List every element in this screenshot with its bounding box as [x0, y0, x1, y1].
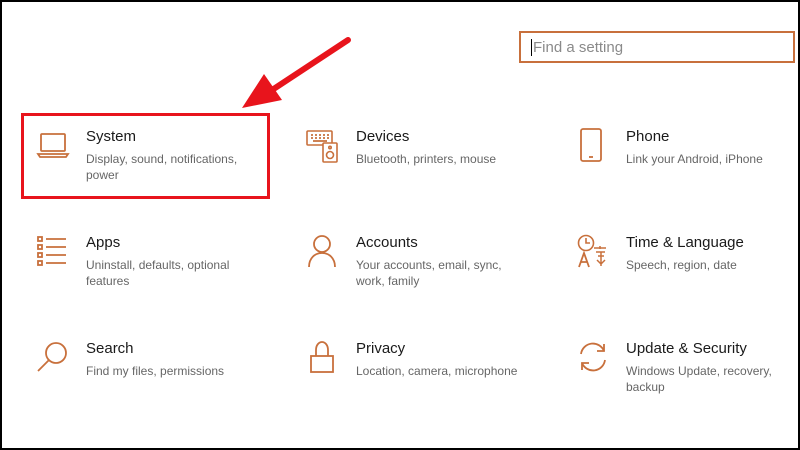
tile-title: Time & Language	[626, 234, 744, 251]
text-caret	[531, 39, 532, 56]
tile-description: Bluetooth, printers, mouse	[356, 152, 497, 166]
tile-title: Devices	[356, 128, 410, 145]
tile-title: Update & Security	[626, 340, 747, 357]
phone-icon	[576, 128, 612, 164]
tile-description: Your accounts, email, sync, work, family	[356, 258, 502, 288]
tile-title: Phone	[626, 128, 670, 145]
tile-time-language[interactable]: Time & Language Speech, region, date	[576, 234, 800, 314]
sync-icon	[576, 340, 612, 376]
tile-search[interactable]: Search Find my files, permissions	[36, 340, 286, 420]
tile-apps[interactable]: Apps Uninstall, defaults, optional featu…	[36, 234, 286, 314]
person-icon	[306, 234, 342, 270]
lock-icon	[306, 340, 342, 376]
tile-title: Search	[86, 340, 134, 357]
tile-devices[interactable]: Devices Bluetooth, printers, mouse	[306, 128, 556, 208]
tile-title: Accounts	[356, 234, 418, 251]
apps-list-icon	[36, 234, 72, 270]
tile-description: Uninstall, defaults, optional features	[86, 258, 230, 288]
tile-update-security[interactable]: Update & Security Windows Update, recove…	[576, 340, 800, 420]
tile-description: Find my files, permissions	[86, 364, 225, 378]
tile-description: Location, camera, microphone	[356, 364, 518, 378]
annotation-arrow-icon	[242, 37, 351, 108]
tile-title: Privacy	[356, 340, 406, 357]
search-input[interactable]	[533, 33, 783, 61]
time-language-icon	[576, 234, 612, 270]
tile-phone[interactable]: Phone Link your Android, iPhone	[576, 128, 800, 208]
tile-description: Speech, region, date	[626, 258, 737, 272]
highlight-box	[21, 113, 270, 199]
search-box[interactable]	[519, 31, 795, 63]
tile-description: Link your Android, iPhone	[626, 152, 763, 166]
magnifier-icon	[36, 340, 72, 376]
tile-privacy[interactable]: Privacy Location, camera, microphone	[306, 340, 556, 420]
tile-title: Apps	[86, 234, 121, 251]
keyboard-speaker-icon	[306, 128, 342, 164]
tile-description: Windows Update, recovery, backup	[626, 364, 772, 394]
tile-accounts[interactable]: Accounts Your accounts, email, sync, wor…	[306, 234, 556, 314]
